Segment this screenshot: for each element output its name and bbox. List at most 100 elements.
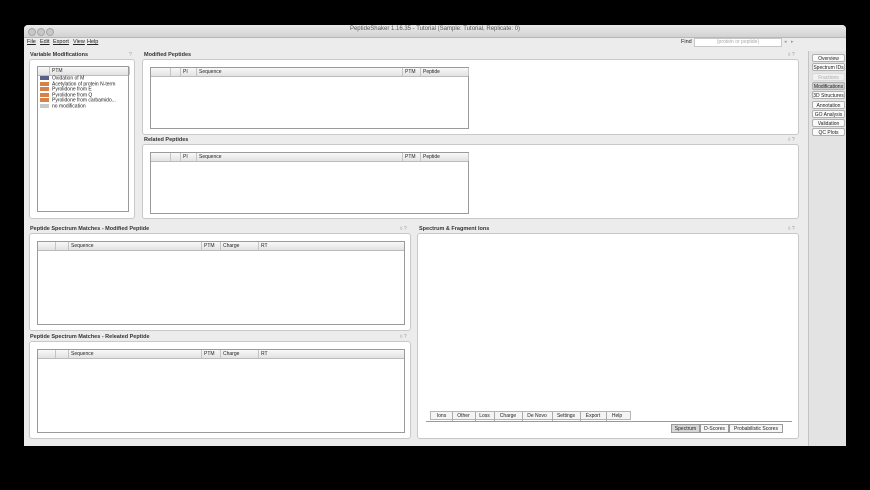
modified-peptides-col-ptm[interactable]: PTM	[403, 68, 421, 76]
help-icon[interactable]: ?	[792, 137, 795, 143]
ptm-list-item[interactable]: no modification	[39, 104, 86, 110]
related-peptides-col-protein[interactable]	[171, 153, 181, 161]
find-input[interactable]: (protein or peptide)	[694, 38, 782, 47]
title-bar: PeptideShaker 1.16.35 - Tutorial (Sample…	[24, 25, 846, 38]
ptm-color-swatch	[40, 76, 49, 80]
psm-modified-col-charge[interactable]: Charge	[221, 242, 259, 250]
menu-bar: File Edit Export View Help Find (protein…	[24, 38, 846, 47]
psm-related-panel: Sequence PTM Charge RT	[29, 341, 411, 439]
spectrum-tab-export[interactable]: Export	[580, 412, 607, 421]
related-peptides-col-pi[interactable]: PI	[181, 153, 197, 161]
panel-nav-icon[interactable]: ◊	[788, 226, 790, 232]
psm-modified-title: Peptide Spectrum Matches - Modified Pept…	[30, 226, 150, 232]
bottom-tab-d-scores[interactable]: D-Scores	[700, 424, 729, 433]
spectrum-tab-charge[interactable]: Charge	[494, 412, 523, 421]
modified-peptides-col-protein[interactable]	[171, 68, 181, 76]
psm-modified-col-ptm[interactable]: PTM	[202, 242, 221, 250]
sidebar-tab-go-analysis[interactable]: GO Analysis	[812, 109, 845, 118]
spectrum-annotation-toolbar: Ions Other Loss Charge De Novo Settings Export…	[430, 411, 631, 421]
tab-sidebar: Overview Spectrum IDs Fractions Modificatio…	[808, 51, 846, 446]
variable-modifications-panel: PTM Oxidation of M Acetylation of protein…	[29, 59, 135, 219]
spectrum-tab-help[interactable]: Help	[606, 412, 628, 421]
panel-nav-help-icon[interactable]: ◊ ?	[788, 226, 795, 232]
panel-nav-help-icon[interactable]: ◊ ?	[400, 334, 407, 340]
bottom-tab-spectrum[interactable]: Spectrum	[671, 424, 700, 433]
psm-modified-col-flag[interactable]	[56, 242, 69, 250]
modified-peptides-title: Modified Peptides	[144, 52, 192, 58]
spectrum-tab-de-novo[interactable]: De Novo	[522, 412, 553, 421]
sidebar-tab-qc-plots[interactable]: QC Plots	[812, 128, 845, 137]
psm-modified-col-index[interactable]	[38, 242, 56, 250]
related-peptides-panel: PI Sequence PTM Peptide	[142, 144, 799, 219]
psm-modified-table: Sequence PTM Charge RT	[37, 241, 405, 325]
related-peptides-col-sequence[interactable]: Sequence	[197, 153, 403, 161]
bottom-tab-probabilistic-scores[interactable]: Probabilistic Scores	[729, 424, 783, 433]
ptm-color-swatch	[40, 92, 49, 97]
sidebar-tab-3d-structures[interactable]: 3D Structures	[812, 91, 845, 100]
panel-nav-help-icon[interactable]: ◊ ?	[400, 226, 407, 232]
psm-related-col-flag[interactable]	[56, 350, 69, 358]
ptm-color-swatch	[40, 98, 49, 103]
modified-peptides-table-header: PI Sequence PTM Peptide	[151, 68, 469, 77]
help-icon[interactable]: ?	[404, 226, 407, 232]
spectrum-tab-loss[interactable]: Loss	[475, 412, 495, 421]
psm-modified-col-sequence[interactable]: Sequence	[69, 242, 202, 250]
spectrum-tab-ions[interactable]: Ions	[431, 412, 453, 421]
panel-nav-icon[interactable]: ◊	[400, 226, 402, 232]
psm-related-col-charge[interactable]: Charge	[221, 350, 259, 358]
modified-peptides-col-peptide[interactable]: Peptide	[421, 68, 469, 76]
help-icon[interactable]: ?	[792, 226, 795, 232]
find-previous-icon[interactable]: ◂	[784, 39, 787, 45]
modified-peptides-col-sequence[interactable]: Sequence	[197, 68, 403, 76]
panel-nav-icon[interactable]: ◊	[788, 137, 790, 143]
psm-related-col-index[interactable]	[38, 350, 56, 358]
psm-related-col-rt[interactable]: RT	[259, 350, 405, 358]
menu-file[interactable]: File	[27, 39, 36, 45]
ptm-label: no modification	[52, 103, 86, 110]
related-peptides-col-ptm[interactable]: PTM	[403, 153, 421, 161]
spectrum-title: Spectrum & Fragment Ions	[419, 226, 490, 232]
spectrum-toolbar-line	[426, 421, 792, 422]
panel-nav-help-icon[interactable]: ◊ ?	[788, 52, 795, 58]
help-icon[interactable]: ?	[129, 52, 132, 58]
psm-modified-table-header: Sequence PTM Charge RT	[38, 242, 404, 251]
ptm-table-header-color[interactable]	[38, 67, 50, 75]
panel-nav-help-icon[interactable]: ◊ ?	[788, 137, 795, 143]
sidebar-tab-spectrum-ids[interactable]: Spectrum IDs	[812, 63, 845, 72]
psm-modified-col-rt[interactable]: RT	[259, 242, 405, 250]
sidebar-tab-validation[interactable]: Validation	[812, 119, 845, 128]
sidebar-tab-annotation[interactable]: Annotation	[812, 100, 845, 109]
ptm-table: PTM Oxidation of M Acetylation of protein…	[37, 66, 130, 212]
modified-peptides-col-pi[interactable]: PI	[181, 68, 197, 76]
ptm-color-swatch	[40, 81, 49, 86]
psm-related-table: Sequence PTM Charge RT	[37, 349, 405, 433]
related-peptides-col-peptide[interactable]: Peptide	[421, 153, 469, 161]
window-title: PeptideShaker 1.16.35 - Tutorial (Sample…	[349, 26, 521, 32]
psm-modified-panel: Sequence PTM Charge RT	[29, 233, 411, 331]
find-label: Find	[681, 39, 692, 45]
menu-export[interactable]: Export	[53, 39, 69, 45]
find-next-icon[interactable]: ▸	[791, 39, 794, 45]
spectrum-tab-other[interactable]: Other	[452, 412, 476, 421]
spectrum-plot-area[interactable]	[422, 238, 794, 408]
spectrum-tab-settings[interactable]: Settings	[552, 412, 581, 421]
psm-related-col-sequence[interactable]: Sequence	[69, 350, 202, 358]
help-icon[interactable]: ?	[404, 334, 407, 340]
psm-related-col-ptm[interactable]: PTM	[202, 350, 221, 358]
help-icon[interactable]: ?	[792, 52, 795, 58]
panel-nav-icon[interactable]: ◊	[788, 52, 790, 58]
modified-peptides-col-index[interactable]	[151, 68, 171, 76]
panel-nav-icon[interactable]: ◊	[400, 334, 402, 340]
menu-help[interactable]: Help	[87, 39, 98, 45]
menu-view[interactable]: View	[73, 39, 85, 45]
related-peptides-col-index[interactable]	[151, 153, 171, 161]
ptm-table-header-ptm[interactable]: PTM	[50, 67, 130, 75]
sidebar-tab-overview[interactable]: Overview	[812, 54, 845, 62]
related-peptides-table: PI Sequence PTM Peptide	[150, 152, 469, 214]
ptm-color-swatch	[40, 87, 49, 92]
sidebar-tab-modifications[interactable]: Modifications	[812, 81, 845, 90]
app-window: PeptideShaker 1.16.35 - Tutorial (Sample…	[24, 25, 846, 446]
menu-edit[interactable]: Edit	[40, 39, 49, 45]
spectrum-panel: Ions Other Loss Charge De Novo Settings Export…	[417, 233, 799, 439]
sidebar-tab-fractions: Fractions	[812, 72, 845, 81]
